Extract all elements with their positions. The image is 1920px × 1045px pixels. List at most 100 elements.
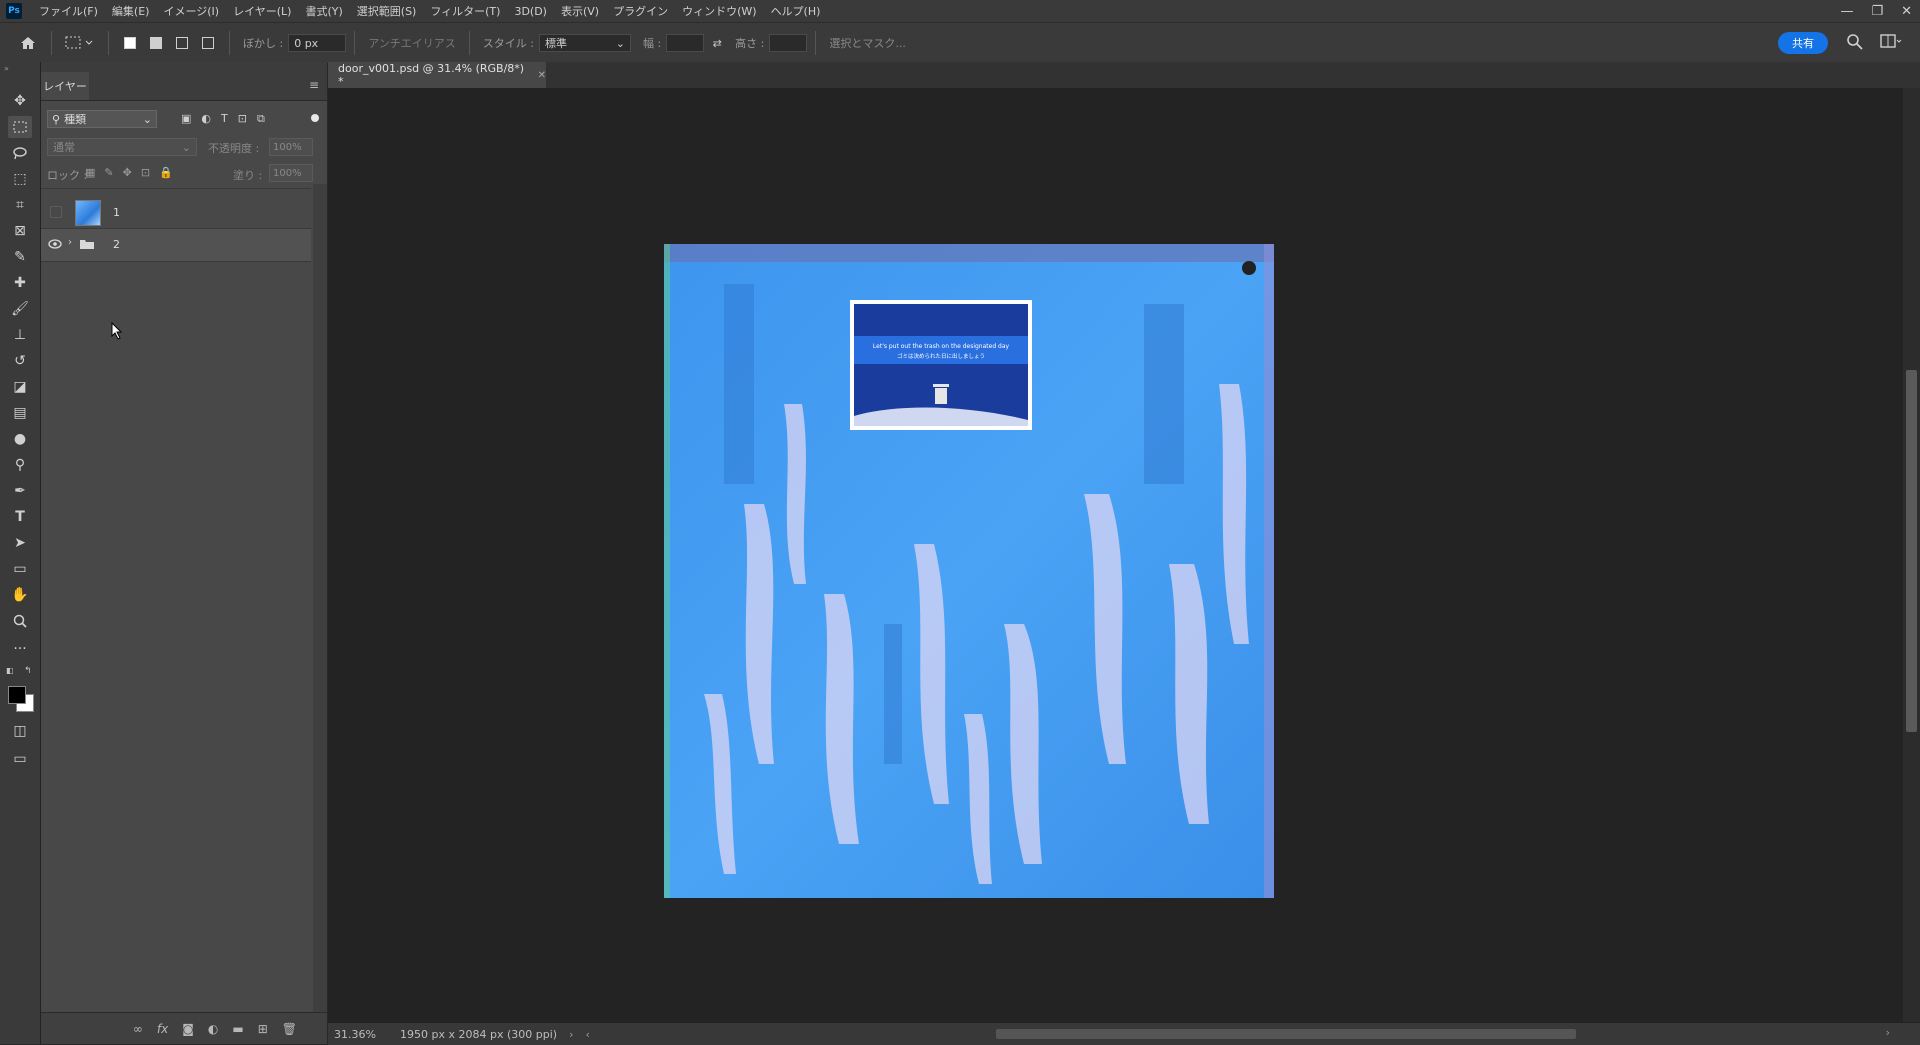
fill-input[interactable]: 100% — [269, 164, 313, 182]
pen-tool-icon[interactable]: ✒ — [8, 480, 32, 502]
new-layer-icon[interactable]: ⊞ — [258, 1022, 268, 1036]
layers-scrollbar[interactable] — [313, 184, 327, 1012]
feather-input[interactable]: 0 px — [288, 34, 347, 52]
menu-type[interactable]: 書式(Y) — [298, 3, 349, 19]
menu-image[interactable]: イメージ(I) — [156, 3, 226, 19]
menu-view[interactable]: 表示(V) — [554, 3, 606, 19]
filter-shape-icon[interactable]: ⊡ — [238, 112, 247, 126]
frame-tool-icon[interactable]: ⊠ — [8, 220, 32, 242]
more-tools-icon[interactable]: ··· — [8, 638, 32, 660]
dodge-tool-icon[interactable]: ⚲ — [8, 454, 32, 476]
document-tab[interactable]: door_v001.psd @ 31.4% (RGB/8*) * ✕ — [328, 62, 546, 88]
menu-plugins[interactable]: プラグイン — [606, 3, 675, 19]
path-selection-icon[interactable]: ➤ — [8, 532, 32, 554]
menu-select[interactable]: 選択範囲(S) — [350, 3, 424, 19]
zoom-level[interactable]: 31.36% — [334, 1028, 392, 1041]
select-and-mask-button[interactable]: 選択とマスク... — [829, 35, 906, 51]
workspace-icon[interactable] — [1880, 33, 1902, 52]
foreground-color-swatch[interactable] — [8, 686, 26, 704]
height-input[interactable] — [769, 34, 808, 52]
menu-help[interactable]: ヘルプ(H) — [764, 3, 828, 19]
menu-window[interactable]: ウィンドウ(W) — [675, 3, 763, 19]
screen-mode-icon[interactable]: ▭ — [8, 748, 32, 770]
menu-edit[interactable]: 編集(E) — [105, 3, 157, 19]
hand-tool-icon[interactable]: ✋ — [8, 584, 32, 606]
tab-layers[interactable]: レイヤー — [41, 72, 89, 100]
layer-row-1[interactable]: 1 — [41, 196, 311, 229]
horizontal-scroll-thumb[interactable] — [996, 1029, 1576, 1039]
width-input[interactable] — [666, 34, 705, 52]
lock-artboard-icon[interactable]: ⊡ — [141, 166, 150, 179]
zoom-tool-icon[interactable] — [8, 610, 32, 632]
lasso-tool-icon[interactable] — [8, 142, 32, 164]
subtract-selection-icon[interactable] — [172, 33, 192, 53]
menu-3d[interactable]: 3D(D) — [507, 5, 554, 18]
filter-smart-object-icon[interactable]: ⧉ — [257, 112, 265, 126]
layer-style-icon[interactable]: fx — [157, 1022, 168, 1036]
canvas-area[interactable]: Let's put out the trash on the designate… — [328, 88, 1903, 1022]
lock-all-icon[interactable]: 🔒 — [159, 166, 173, 179]
menu-filter[interactable]: フィルター(T) — [423, 3, 507, 19]
object-selection-tool-icon[interactable]: ⬚ — [8, 168, 32, 190]
healing-brush-icon[interactable]: ✚ — [8, 272, 32, 294]
filter-pixel-icon[interactable]: ▣ — [181, 112, 191, 126]
filter-type-icon[interactable]: T — [221, 112, 228, 126]
antialias-checkbox[interactable]: アンチエイリアス — [368, 35, 456, 51]
type-tool-icon[interactable]: T — [8, 506, 32, 528]
quick-mask-icon[interactable]: ◫ — [8, 720, 32, 742]
eraser-tool-icon[interactable]: ◪ — [8, 376, 32, 398]
close-icon[interactable]: ✕ — [538, 70, 546, 81]
chevron-right-icon[interactable]: › — [68, 237, 72, 248]
document-image[interactable]: Let's put out the trash on the designate… — [664, 244, 1274, 898]
blend-mode-select[interactable]: 通常 ⌄ — [47, 138, 197, 156]
stamp-tool-icon[interactable]: ⊥ — [8, 324, 32, 346]
delete-layer-icon[interactable]: 🗑 — [282, 1022, 297, 1036]
swap-colors-icon[interactable]: ↰ — [24, 666, 32, 676]
restore-icon[interactable]: ❐ — [1871, 4, 1883, 19]
minimize-icon[interactable]: — — [1840, 4, 1853, 19]
filter-adjustment-icon[interactable]: ◐ — [201, 112, 211, 126]
eye-icon[interactable] — [48, 238, 62, 252]
menu-layer[interactable]: レイヤー(L) — [226, 3, 298, 19]
home-icon[interactable] — [16, 33, 40, 53]
add-selection-icon[interactable] — [146, 33, 166, 53]
new-group-icon[interactable]: ▬ — [232, 1022, 243, 1036]
swap-icon[interactable]: ⇄ — [707, 33, 727, 53]
layer-row-2[interactable]: › 2 — [41, 229, 311, 262]
gradient-tool-icon[interactable]: ▤ — [8, 402, 32, 424]
link-layers-icon[interactable]: ∞ — [133, 1022, 143, 1036]
close-icon[interactable]: ✕ — [1901, 4, 1912, 19]
style-select[interactable]: 標準 ⌄ — [538, 34, 631, 52]
brush-tool-icon[interactable]: 🖌 — [8, 298, 32, 320]
visibility-toggle[interactable] — [50, 206, 62, 218]
filter-toggle-icon[interactable] — [311, 114, 319, 122]
lock-position-icon[interactable]: ✥ — [123, 166, 132, 179]
crop-tool-icon[interactable]: ⌗ — [8, 194, 32, 216]
opacity-input[interactable]: 100% — [269, 138, 313, 156]
intersect-selection-icon[interactable] — [198, 33, 218, 53]
status-menu-icon[interactable]: › — [569, 1028, 573, 1041]
eyedropper-tool-icon[interactable]: ✎ — [8, 246, 32, 268]
lock-transparent-icon[interactable]: ▦ — [85, 166, 95, 179]
marquee-tool-icon[interactable] — [8, 116, 32, 138]
adjustment-layer-icon[interactable]: ◐ — [208, 1022, 218, 1036]
scroll-right-icon[interactable]: › — [1886, 1026, 1890, 1039]
history-brush-icon[interactable]: ↺ — [8, 350, 32, 372]
menu-file[interactable]: ファイル(F) — [32, 3, 105, 19]
vertical-scrollbar[interactable] — [1903, 88, 1920, 1022]
default-colors-icon[interactable]: ◧ — [6, 666, 14, 675]
panel-menu-icon[interactable]: ≡ — [309, 78, 319, 92]
kind-filter-select[interactable]: ⚲ 種類 ⌄ — [47, 110, 157, 128]
new-selection-icon[interactable] — [120, 33, 140, 53]
blur-tool-icon[interactable]: ● — [8, 428, 32, 450]
add-mask-icon[interactable]: ◙ — [182, 1022, 194, 1036]
marquee-preset-icon[interactable] — [63, 33, 97, 53]
rectangle-tool-icon[interactable]: ▭ — [8, 558, 32, 580]
collapse-icon[interactable]: » — [4, 64, 9, 73]
search-icon[interactable] — [1846, 33, 1864, 54]
scroll-left-icon[interactable]: ‹ — [585, 1028, 589, 1041]
share-button[interactable]: 共有 — [1778, 32, 1828, 54]
vertical-scroll-thumb[interactable] — [1906, 370, 1917, 732]
move-tool-icon[interactable]: ✥ — [8, 90, 32, 112]
lock-pixels-icon[interactable]: ✎ — [104, 166, 113, 179]
